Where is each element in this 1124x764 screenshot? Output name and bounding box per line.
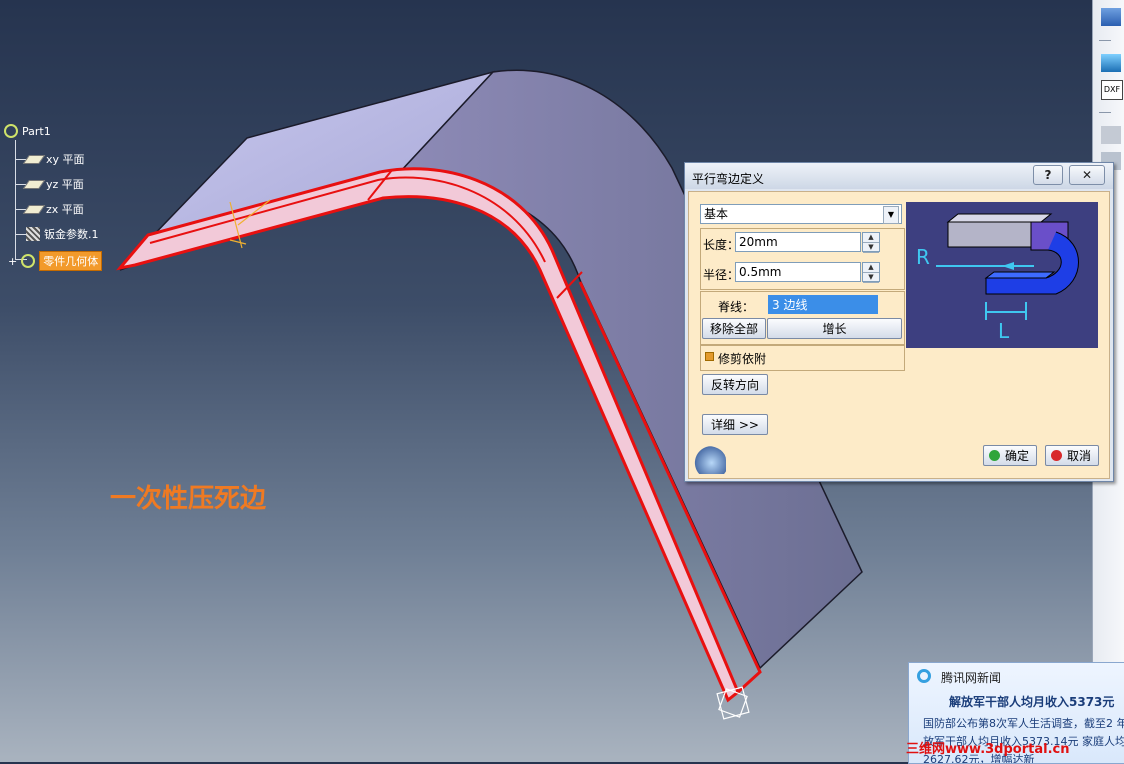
- plane-icon: [22, 154, 46, 164]
- tree-item-label: 钣金参数.1: [44, 228, 99, 241]
- sheetmetal-params-icon: [26, 227, 40, 241]
- radius-input[interactable]: 0.5mm: [735, 262, 861, 282]
- length-spinner[interactable]: ▲ ▼: [862, 232, 880, 253]
- news-headline[interactable]: 解放军干部人均月收入5373元: [949, 693, 1114, 710]
- more-button[interactable]: 详细 >>: [702, 414, 768, 435]
- extend-button[interactable]: 增长: [767, 318, 902, 339]
- dialog-title: 平行弯边定义: [692, 172, 765, 186]
- remove-all-button[interactable]: 移除全部: [702, 318, 766, 339]
- spin-up-icon[interactable]: ▲: [863, 263, 879, 273]
- spine-selection-field[interactable]: 3 边线: [768, 295, 878, 314]
- spin-down-icon[interactable]: ▼: [863, 243, 879, 253]
- ok-button[interactable]: 确定: [983, 445, 1037, 466]
- watermark: 三维网www.3dportal.cn: [906, 742, 1070, 757]
- body-icon: [21, 254, 36, 268]
- plane-icon: [22, 179, 46, 189]
- length-input[interactable]: 20mm: [735, 232, 861, 252]
- cancel-label: 取消: [1066, 449, 1091, 463]
- expand-icon[interactable]: +: [8, 255, 17, 268]
- flange-preview-image: R L: [906, 202, 1098, 348]
- plane-icon: [22, 204, 46, 214]
- radius-label: 半径：: [703, 268, 740, 282]
- length-label: 长度：: [703, 238, 740, 252]
- tree-root-label: Part1: [22, 124, 51, 138]
- tree-item-yz-plane[interactable]: yz 平面: [22, 176, 84, 192]
- close-button[interactable]: ✕: [1069, 165, 1105, 185]
- tree-item-xy-plane[interactable]: xy 平面: [22, 151, 85, 167]
- dialog-titlebar[interactable]: 平行弯边定义 ? ✕: [685, 163, 1113, 189]
- ok-icon: [989, 450, 1000, 461]
- tree-item-sheetmetal-params[interactable]: 钣金参数.1: [26, 226, 99, 242]
- tree-item-label: yz 平面: [46, 178, 84, 191]
- reverse-direction-button[interactable]: 反转方向: [702, 374, 768, 395]
- dxf-save-icon[interactable]: DXF: [1101, 80, 1123, 100]
- part-icon: [4, 124, 18, 138]
- tree-item-label: 零件几何体: [39, 251, 103, 271]
- tree-item-label: xy 平面: [46, 153, 85, 166]
- tree-item-part[interactable]: Part1: [4, 124, 51, 138]
- radius-spinner[interactable]: ▲ ▼: [862, 262, 880, 283]
- preview-r-label: R: [916, 245, 930, 269]
- tree-item-part-body[interactable]: + 零件几何体: [8, 251, 103, 271]
- trim-checkbox[interactable]: [705, 352, 714, 361]
- sketch-tool-icon[interactable]: [1101, 8, 1121, 26]
- chevron-down-icon[interactable]: ▼: [883, 206, 899, 224]
- spine-value: 3 边线: [772, 298, 808, 312]
- wall-tool-icon[interactable]: [1101, 126, 1121, 144]
- caption-text: 一次性压死边: [110, 484, 267, 514]
- spin-up-icon[interactable]: ▲: [863, 233, 879, 243]
- help-button[interactable]: ?: [1033, 165, 1063, 185]
- globe-icon: [690, 446, 726, 474]
- length-value: 20mm: [739, 235, 778, 249]
- cancel-icon: [1051, 450, 1062, 461]
- compass-icon: [716, 686, 750, 720]
- spin-down-icon[interactable]: ▼: [863, 273, 879, 283]
- spine-label: 脊线：: [718, 300, 755, 314]
- radius-value: 0.5mm: [739, 265, 782, 279]
- tree-item-label: zx 平面: [46, 203, 84, 216]
- ok-label: 确定: [1004, 449, 1029, 463]
- cancel-button[interactable]: 取消: [1045, 445, 1099, 466]
- tree-item-zx-plane[interactable]: zx 平面: [22, 201, 84, 217]
- unfold-tool-icon[interactable]: [1101, 54, 1121, 72]
- trim-label: 修剪依附: [718, 352, 767, 366]
- preview-l-label: L: [998, 319, 1010, 343]
- tencent-news-icon: [917, 669, 931, 683]
- news-source: 腾讯网新闻: [941, 671, 1002, 685]
- mode-select-value: 基本: [704, 207, 729, 221]
- mode-select[interactable]: 基本 ▼: [700, 204, 902, 224]
